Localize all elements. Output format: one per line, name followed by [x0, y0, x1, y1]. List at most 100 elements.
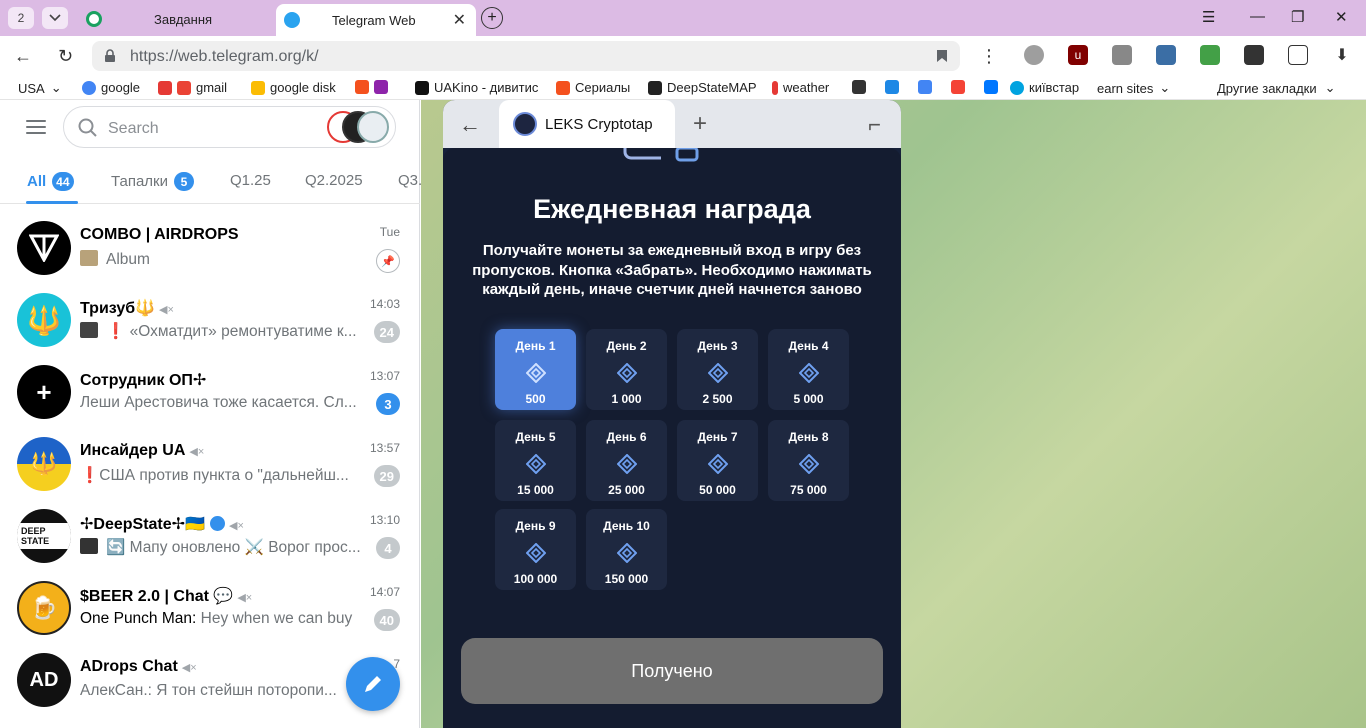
reward-day-5[interactable]: День 5 15 000	[495, 420, 576, 501]
map-thumbnail-icon	[80, 538, 98, 554]
minimize-icon[interactable]: —	[1250, 8, 1265, 25]
bookmark-icon[interactable]	[936, 49, 948, 63]
bookmark-earn-sites[interactable]: earn sites ⌄	[1097, 80, 1170, 96]
arrow-extension-icon[interactable]	[1244, 45, 1264, 65]
lock-icon	[105, 49, 115, 62]
chat-item-insider-ua[interactable]: 🔱 Инсайдер UA ◀× ❗США против пункта о "да…	[0, 428, 420, 500]
chat-item-tryzub[interactable]: 🔱 Тризуб🔱 ◀× ❗ «Охматдит» ремонтуватиме к…	[0, 284, 420, 356]
bookmark-google-disk[interactable]: google disk	[251, 80, 336, 95]
tab-list-chevron-icon[interactable]	[42, 7, 68, 29]
bookmark-misc[interactable]	[355, 80, 393, 94]
tab-title: Telegram Web	[332, 12, 416, 28]
stories-avatars[interactable]	[327, 111, 389, 143]
compose-button[interactable]	[346, 657, 400, 711]
reward-day-6[interactable]: День 6 25 000	[586, 420, 667, 501]
tab-q1-25[interactable]: Q1.25	[230, 172, 271, 189]
chat-item-deepstate[interactable]: DEEP STATE ✢DeepState✢🇺🇦 ◀× 🔄 Мапу оновле…	[0, 500, 420, 572]
bookmark-icons-row[interactable]	[852, 80, 1003, 94]
day-reward-value: 5 000	[793, 392, 824, 406]
more-icon[interactable]: ⋮	[980, 46, 998, 67]
unread-badge: 40	[373, 609, 400, 631]
avatar: 🍺	[17, 581, 71, 635]
address-bar[interactable]: https://web.telegram.org/k/	[92, 41, 960, 71]
muted-icon: ◀×	[237, 592, 253, 604]
close-window-icon[interactable]: ✕	[1335, 8, 1348, 26]
leks-logo-icon	[513, 112, 537, 136]
bookmark-gmail[interactable]: gmail	[158, 80, 227, 95]
claim-button[interactable]: Получено	[461, 638, 883, 704]
back-arrow-icon[interactable]: ←	[459, 112, 481, 138]
briefcase-extension-icon[interactable]	[1112, 45, 1132, 65]
day-label: День 7	[697, 430, 738, 444]
diamond-coin-icon	[707, 363, 728, 383]
chat-last-message: ❗США против пункта о "дальнейш...	[80, 467, 349, 484]
browser-tab-telegram[interactable]: Telegram Web ✕	[276, 4, 476, 36]
diamond-coin-icon	[798, 363, 819, 383]
story-avatar[interactable]	[357, 111, 389, 143]
bookmark-uakino[interactable]: UAKino - дивитис	[415, 80, 538, 95]
reward-day-7[interactable]: День 7 50 000	[677, 420, 758, 501]
close-tab-icon[interactable]: ✕	[453, 10, 466, 30]
unread-badge: 3	[376, 393, 400, 415]
minimize-app-icon[interactable]: ⌐	[868, 112, 881, 138]
telegram-icon	[284, 12, 300, 28]
restore-icon[interactable]: ❐	[1291, 8, 1304, 26]
browser-tab-bar: 2 Завдання Telegram Web ✕ + ☰ — ❐ ✕	[0, 0, 1366, 36]
reward-day-3[interactable]: День 3 2 500	[677, 329, 758, 410]
chat-last-message: One Punch Man: Hey when we can buy	[80, 610, 353, 627]
unread-badge: 24	[373, 321, 400, 343]
muted-icon: ◀×	[181, 662, 197, 674]
day-reward-value: 150 000	[604, 572, 649, 586]
bookmark-serials[interactable]: Сериалы	[556, 80, 630, 95]
bookmark-google[interactable]: google	[82, 80, 140, 95]
extensions-menu-icon[interactable]: ⬇	[1332, 45, 1352, 65]
browser-menu-icon[interactable]: ☰	[1202, 8, 1215, 26]
puzzle-extension-icon[interactable]	[1288, 45, 1308, 65]
bookmarks-bar: USA ⌄ google gmail google disk UAKino - д…	[0, 76, 1366, 100]
chat-time: 14:03	[369, 297, 400, 311]
reward-day-10[interactable]: День 10 150 000	[586, 509, 667, 590]
day-label: День 6	[606, 430, 647, 444]
new-tab-icon[interactable]: +	[481, 7, 503, 29]
muted-icon: ◀×	[159, 304, 174, 316]
bookmark-weather[interactable]: weather	[772, 80, 829, 95]
chat-item-sotrudnik-op[interactable]: + Сотрудник ОП✢ Леши Арестовича тоже кас…	[0, 356, 420, 428]
unread-badge: 44	[52, 172, 74, 191]
hamburger-menu-icon[interactable]	[26, 120, 46, 134]
chat-sidebar: Search All 44 Тапалки 5 Q1.25 Q2.2025 Q3. …	[0, 100, 422, 728]
reload-icon[interactable]: ↻	[58, 46, 73, 67]
back-icon[interactable]: ←	[14, 46, 32, 67]
bookmark-deepstatemap[interactable]: DeepStateMAP	[648, 80, 757, 95]
bookmark-kyivstar[interactable]: київстар	[1010, 80, 1079, 95]
reward-day-4[interactable]: День 4 5 000	[768, 329, 849, 410]
diamond-coin-icon	[616, 543, 637, 563]
search-input[interactable]: Search	[63, 106, 396, 148]
bookmark-other[interactable]: Другие закладки ⌄	[1217, 80, 1336, 96]
tab-all[interactable]: All 44	[27, 172, 74, 191]
youtube-icon	[158, 80, 172, 95]
reward-day-1[interactable]: День 1 500	[495, 329, 576, 410]
chevron-down-icon: ⌄	[50, 80, 62, 95]
muted-icon: ◀×	[228, 520, 244, 532]
reward-day-9[interactable]: День 9 100 000	[495, 509, 576, 590]
chat-item-combo-airdrops[interactable]: COMBO | AIRDROPS Album Tue 📌	[0, 212, 420, 284]
search-icon	[78, 118, 97, 137]
tab-q2-2025[interactable]: Q2.2025	[305, 172, 363, 189]
tab-q3[interactable]: Q3.	[398, 172, 422, 189]
reward-day-2[interactable]: День 2 1 000	[586, 329, 667, 410]
tab-counter[interactable]: 2	[8, 7, 34, 29]
globe-extension-icon[interactable]	[1024, 45, 1044, 65]
tab-tapalki[interactable]: Тапалки 5	[111, 172, 194, 191]
ublock-extension-icon[interactable]: u	[1068, 45, 1088, 65]
web-app-tab[interactable]: LEKS Cryptotap	[499, 100, 675, 148]
plus-icon[interactable]: +	[693, 110, 707, 138]
reward-day-8[interactable]: День 8 75 000	[768, 420, 849, 501]
browser-tab-tasks[interactable]: Завдання	[78, 4, 268, 34]
download-extension-icon[interactable]	[1200, 45, 1220, 65]
vk-icon	[984, 80, 998, 94]
chat-item-beer-chat[interactable]: 🍺 $BEER 2.0 | Chat 💬 ◀× One Punch Man: He…	[0, 572, 420, 644]
yandex-icon	[951, 80, 965, 94]
chat-time: 13:10	[369, 513, 400, 527]
bookmark-usa[interactable]: USA ⌄	[18, 80, 62, 96]
window-extension-icon[interactable]	[1156, 45, 1176, 65]
